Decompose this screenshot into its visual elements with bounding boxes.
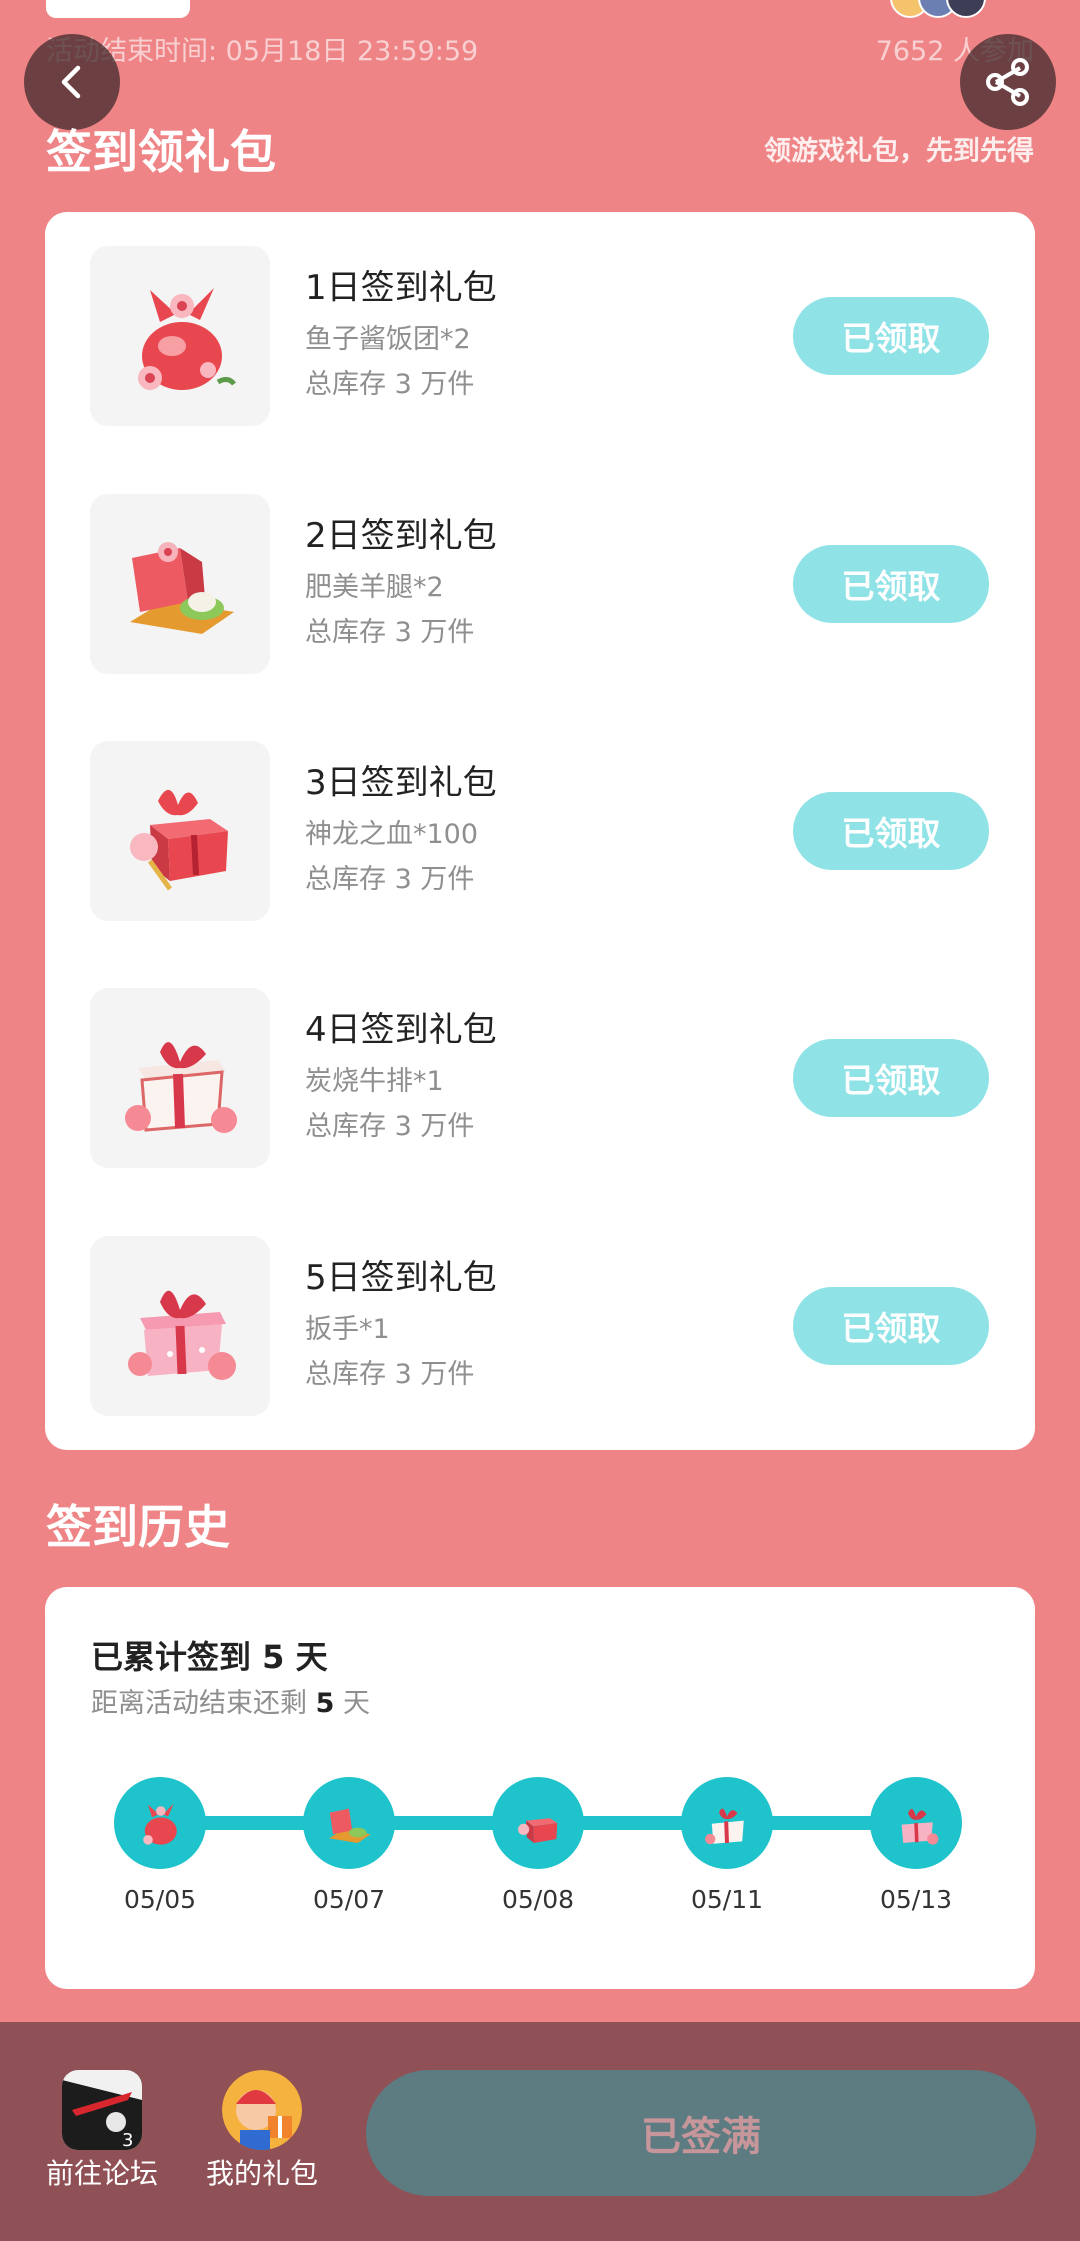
- timeline-date: 05/07: [312, 1885, 386, 1914]
- timeline-node: [681, 1777, 773, 1869]
- claimed-button[interactable]: 已领取: [793, 297, 989, 375]
- gift-stock: 总库存 3 万件: [305, 1111, 475, 1142]
- gift-box-open-icon: [130, 542, 234, 634]
- gift-title: 4日签到礼包: [305, 1010, 497, 1050]
- gift-character-icon: [222, 2070, 302, 2150]
- signin-gift-list: 1日签到礼包 鱼子酱饭团*2 总库存 3 万件 已领取 2日签到礼包 肥美羊腿*…: [45, 212, 1035, 1450]
- claimed-button[interactable]: 已领取: [793, 1039, 989, 1117]
- chevron-left-icon: [61, 65, 81, 99]
- gift-title: 3日签到礼包: [305, 763, 497, 803]
- claimed-button[interactable]: 已领取: [793, 1287, 989, 1365]
- gift-stock: 总库存 3 万件: [305, 369, 475, 400]
- gift-title: 2日签到礼包: [305, 516, 497, 556]
- my-gifts-icon[interactable]: [222, 2070, 302, 2150]
- ninja-game-icon: 3: [62, 2070, 142, 2150]
- forum-app-icon[interactable]: 3: [62, 2070, 142, 2150]
- timeline-node: [114, 1777, 206, 1869]
- gift-item: 扳手*1: [305, 1314, 390, 1345]
- signin-section-title: 签到领礼包: [46, 125, 276, 179]
- gift-thumbnail: [90, 988, 270, 1168]
- gift-thumbnail: [90, 494, 270, 674]
- gift-stock: 总库存 3 万件: [305, 864, 475, 895]
- signin-section-note: 领游戏礼包，先到先得: [764, 136, 1034, 167]
- gift-box-white-icon: [125, 1042, 237, 1133]
- activity-status-row: 活动结束时间: 05月18日 23:59:59 7652 人参加: [46, 32, 1034, 72]
- gift-box-pink-icon: [128, 1290, 236, 1380]
- total-signin-count: 已累计签到 5 天: [91, 1638, 328, 1676]
- gift-title: 1日签到礼包: [305, 268, 497, 308]
- back-button[interactable]: [24, 34, 120, 130]
- forum-link-label[interactable]: 前往论坛: [46, 2154, 158, 2194]
- my-gifts-label[interactable]: 我的礼包: [206, 2154, 318, 2194]
- gift-item: 神龙之血*100: [305, 819, 479, 850]
- gift-item: 鱼子酱饭团*2: [305, 324, 471, 355]
- gift-row-day3: 3日签到礼包 神龙之血*100 总库存 3 万件 已领取: [45, 741, 1035, 921]
- timeline-date: 05/13: [879, 1885, 953, 1914]
- gift-stock: 总库存 3 万件: [305, 1359, 475, 1390]
- share-icon: [986, 58, 1029, 106]
- gift-box-white-icon: [705, 1808, 744, 1845]
- history-section-title: 签到历史: [46, 1500, 230, 1554]
- gift-box-ribbon-icon: [518, 1818, 558, 1843]
- gift-thumbnail: [90, 1236, 270, 1416]
- gift-title: 5日签到礼包: [305, 1258, 497, 1298]
- svg-text:3: 3: [122, 2130, 133, 2150]
- gift-box-pink-icon: [901, 1808, 939, 1845]
- claimed-button[interactable]: 已领取: [793, 545, 989, 623]
- timeline-date: 05/05: [123, 1885, 197, 1914]
- timeline-node: [303, 1777, 395, 1869]
- timeline-date: 05/08: [501, 1885, 575, 1914]
- top-tab-indicator: [46, 0, 190, 18]
- claimed-button[interactable]: 已领取: [793, 792, 989, 870]
- gift-item: 肥美羊腿*2: [305, 572, 444, 603]
- timeline-date: 05/11: [690, 1885, 764, 1914]
- gift-row-day2: 2日签到礼包 肥美羊腿*2 总库存 3 万件 已领取: [45, 494, 1035, 674]
- gift-thumbnail: [90, 246, 270, 426]
- gift-item: 炭烧牛排*1: [305, 1066, 444, 1097]
- gift-stock: 总库存 3 万件: [305, 617, 475, 648]
- bottom-action-bar: 3 前往论坛 我的礼包 已签满: [0, 2022, 1080, 2241]
- gift-row-day1: 1日签到礼包 鱼子酱饭团*2 总库存 3 万件 已领取: [45, 246, 1035, 426]
- days-remaining: 距离活动结束还剩 5 天: [91, 1688, 370, 1719]
- gift-box-ribbon-icon: [130, 789, 228, 891]
- gift-box-open-icon: [329, 1808, 371, 1843]
- flower-bag-icon: [138, 288, 236, 390]
- flower-bag-icon: [143, 1803, 177, 1845]
- participant-avatars: [890, 0, 1040, 18]
- share-button[interactable]: [960, 34, 1056, 130]
- gift-row-day4: 4日签到礼包 炭烧牛排*1 总库存 3 万件 已领取: [45, 988, 1035, 1168]
- signin-history-card: 已累计签到 5 天 距离活动结束还剩 5 天 05/05 05/07 05/08…: [45, 1587, 1035, 1989]
- timeline-node: [492, 1777, 584, 1869]
- signin-complete-button[interactable]: 已签满: [366, 2070, 1036, 2196]
- gift-row-day5: 5日签到礼包 扳手*1 总库存 3 万件 已领取: [45, 1236, 1035, 1416]
- timeline-node: [870, 1777, 962, 1869]
- gift-thumbnail: [90, 741, 270, 921]
